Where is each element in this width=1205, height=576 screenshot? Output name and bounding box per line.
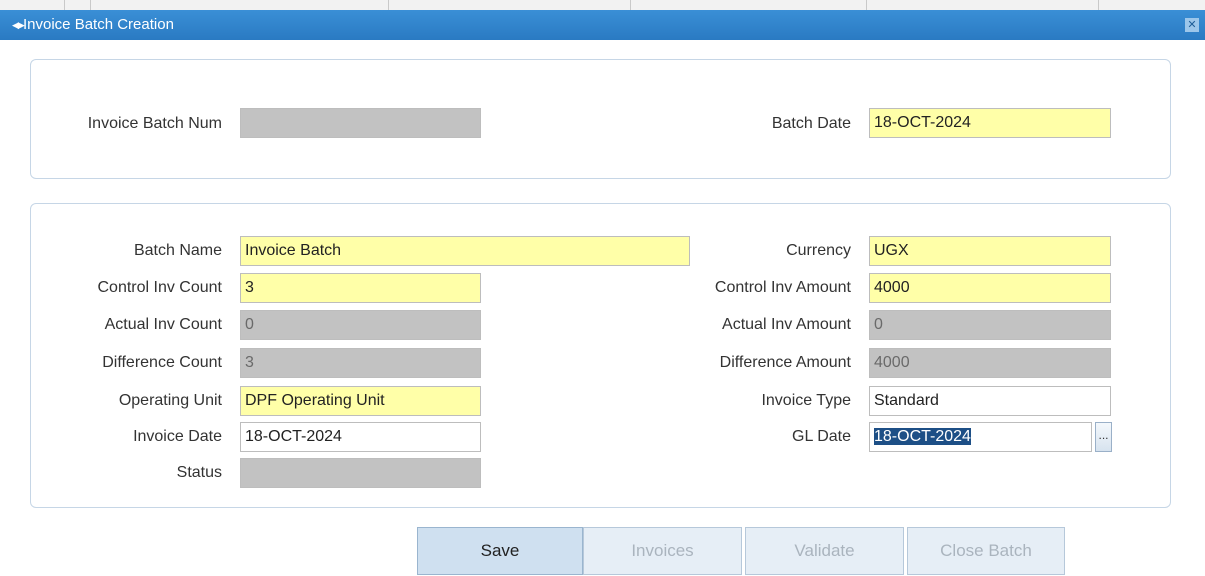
validate-button[interactable]: Validate	[745, 527, 904, 575]
window-title-bar[interactable]: ◀▶ Invoice Batch Creation ✕	[0, 10, 1205, 40]
invoice-type-label: Invoice Type	[761, 392, 851, 409]
difference-amount-field: 4000	[869, 348, 1111, 378]
difference-count-field: 3	[240, 348, 481, 378]
save-button[interactable]: Save	[417, 527, 583, 575]
difference-count-label: Difference Count	[102, 354, 222, 371]
control-inv-amount-label: Control Inv Amount	[714, 279, 851, 296]
actual-inv-count-label: Actual Inv Count	[104, 316, 222, 333]
invoice-type-field[interactable]: Standard	[869, 386, 1111, 416]
difference-amount-label: Difference Amount	[719, 354, 851, 371]
gl-date-label: GL Date	[792, 428, 851, 445]
batch-name-field[interactable]: Invoice Batch	[240, 236, 690, 266]
currency-field[interactable]: UGX	[869, 236, 1111, 266]
control-inv-amount-field[interactable]: 4000	[869, 273, 1111, 303]
invoice-date-field[interactable]: 18-OCT-2024	[240, 422, 481, 452]
batch-date-field[interactable]: 18-OCT-2024	[869, 108, 1111, 138]
gl-date-field[interactable]: 18-OCT-2024	[869, 422, 1092, 452]
background-window-strip	[0, 0, 1205, 10]
batch-name-label: Batch Name	[133, 242, 222, 259]
batch-date-label: Batch Date	[771, 115, 851, 132]
actual-inv-count-field: 0	[240, 310, 481, 340]
control-inv-count-label: Control Inv Count	[97, 279, 222, 296]
window-title: Invoice Batch Creation	[23, 16, 174, 33]
status-label: Status	[176, 464, 222, 481]
actual-inv-amount-label: Actual Inv Amount	[722, 316, 851, 333]
close-batch-button[interactable]: Close Batch	[907, 527, 1065, 575]
invoice-batch-num-field	[240, 108, 481, 138]
invoice-batch-num-label: Invoice Batch Num	[87, 115, 222, 132]
currency-label: Currency	[786, 242, 851, 259]
operating-unit-label: Operating Unit	[118, 392, 222, 409]
actual-inv-amount-field: 0	[869, 310, 1111, 340]
gl-date-lov-button[interactable]: ...	[1095, 422, 1112, 452]
status-field	[240, 458, 481, 488]
invoices-button[interactable]: Invoices	[583, 527, 742, 575]
control-inv-count-field[interactable]: 3	[240, 273, 481, 303]
close-icon[interactable]: ✕	[1185, 18, 1199, 32]
gl-date-selected-text: 18-OCT-2024	[874, 428, 971, 445]
invoice-date-label: Invoice Date	[133, 428, 222, 445]
operating-unit-field[interactable]: DPF Operating Unit	[240, 386, 481, 416]
